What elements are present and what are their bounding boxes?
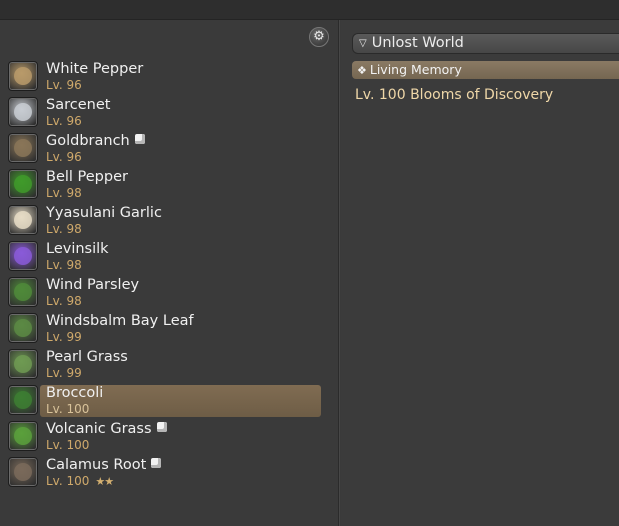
item-name-text: Goldbranch	[46, 133, 130, 149]
item-level-text: Lv. 98	[46, 294, 82, 308]
living-memory-bar[interactable]: ❖ Living Memory	[352, 61, 619, 79]
item-name-text: White Pepper	[46, 61, 144, 77]
collectable-cube-icon	[134, 134, 145, 144]
list-item[interactable]: Levinsilk Lv. 98	[0, 240, 338, 276]
item-name: Bell Pepper	[46, 169, 128, 185]
memory-label: Living Memory	[369, 62, 462, 77]
item-name: Windsbalm Bay Leaf	[46, 313, 194, 329]
item-icon	[8, 349, 38, 379]
item-name: Pearl Grass	[46, 349, 128, 365]
collectable-cube-icon	[151, 458, 162, 468]
blooms-of-discovery-text: Lv. 100 Blooms of Discovery	[355, 87, 554, 103]
window-top-bar	[0, 0, 619, 20]
item-level-text: Lv. 99	[46, 366, 82, 380]
item-level: Lv. 98	[46, 294, 82, 308]
item-name-text: Levinsilk	[46, 241, 109, 257]
item-level-text: Lv. 98	[46, 258, 82, 272]
item-name-text: Sarcenet	[46, 97, 111, 113]
item-level-text: Lv. 100	[46, 474, 90, 488]
item-level: Lv. 96	[46, 150, 82, 164]
item-name-text: Bell Pepper	[46, 169, 128, 185]
gathering-item-list: White Pepper Lv. 96 Sarcenet Lv. 96 Goldbran…	[0, 60, 338, 492]
list-item[interactable]: Bell Pepper Lv. 98	[0, 168, 338, 204]
item-name: Wind Parsley	[46, 277, 139, 293]
list-item[interactable]: Goldbranch Lv. 96	[0, 132, 338, 168]
item-name: Volcanic Grass	[46, 421, 167, 437]
item-level: Lv. 100	[46, 438, 89, 452]
item-level-text: Lv. 96	[46, 78, 82, 92]
list-item[interactable]: Windsbalm Bay Leaf Lv. 99	[0, 312, 338, 348]
item-level: Lv. 96	[46, 114, 82, 128]
item-level: Lv. 100 ★★	[46, 474, 114, 488]
pane-divider	[338, 20, 340, 526]
item-level-text: Lv. 100	[46, 402, 90, 416]
item-name-text: Broccoli	[46, 385, 104, 401]
item-level: Lv. 100	[46, 402, 89, 416]
list-item[interactable]: Broccoli Lv. 100	[0, 384, 338, 420]
item-icon	[8, 133, 38, 163]
item-level-text: Lv. 99	[46, 330, 82, 344]
item-name: White Pepper	[46, 61, 143, 77]
item-icon	[8, 169, 38, 199]
item-name: Calamus Root	[46, 457, 162, 473]
item-name: Yyasulani Garlic	[46, 205, 162, 221]
item-level: Lv. 98	[46, 222, 82, 236]
item-icon	[8, 61, 38, 91]
collectable-cube-icon	[156, 422, 167, 432]
item-level: Lv. 96	[46, 78, 82, 92]
item-level: Lv. 98	[46, 186, 82, 200]
gear-icon[interactable]: ⚙	[309, 27, 329, 47]
item-name-text: Volcanic Grass	[46, 421, 152, 437]
item-level-text: Lv. 98	[46, 186, 82, 200]
item-icon	[8, 277, 38, 307]
list-item[interactable]: White Pepper Lv. 96	[0, 60, 338, 96]
item-level-text: Lv. 100	[46, 438, 90, 452]
item-level: Lv. 99	[46, 330, 82, 344]
item-name: Levinsilk	[46, 241, 109, 257]
item-name-text: Yyasulani Garlic	[46, 205, 162, 221]
item-icon	[8, 421, 38, 451]
item-level-text: Lv. 98	[46, 222, 82, 236]
item-icon	[8, 205, 38, 235]
item-icon	[8, 457, 38, 487]
diamond-icon: ❖	[357, 64, 367, 77]
unlost-world-header[interactable]: ▽ Unlost World	[352, 33, 619, 54]
item-icon	[8, 385, 38, 415]
item-name: Broccoli	[46, 385, 103, 401]
item-name-text: Calamus Root	[46, 457, 147, 473]
item-level: Lv. 99	[46, 366, 82, 380]
list-item[interactable]: Pearl Grass Lv. 99	[0, 348, 338, 384]
item-level-text: Lv. 96	[46, 150, 82, 164]
item-icon	[8, 97, 38, 127]
star-icon: ★★	[95, 475, 114, 488]
list-item[interactable]: Wind Parsley Lv. 98	[0, 276, 338, 312]
header-title: Unlost World	[371, 35, 464, 51]
item-icon	[8, 241, 38, 271]
triangle-down-icon: ▽	[359, 38, 367, 49]
item-level: Lv. 98	[46, 258, 82, 272]
item-name: Goldbranch	[46, 133, 145, 149]
item-name-text: Pearl Grass	[46, 349, 128, 365]
item-name-text: Wind Parsley	[46, 277, 140, 293]
item-level-text: Lv. 96	[46, 114, 82, 128]
item-name-text: Windsbalm Bay Leaf	[46, 313, 194, 329]
list-item[interactable]: Volcanic Grass Lv. 100	[0, 420, 338, 456]
list-item[interactable]: Calamus Root Lv. 100 ★★	[0, 456, 338, 492]
item-icon	[8, 313, 38, 343]
list-item[interactable]: Sarcenet Lv. 96	[0, 96, 338, 132]
list-item[interactable]: Yyasulani Garlic Lv. 98	[0, 204, 338, 240]
item-name: Sarcenet	[46, 97, 110, 113]
